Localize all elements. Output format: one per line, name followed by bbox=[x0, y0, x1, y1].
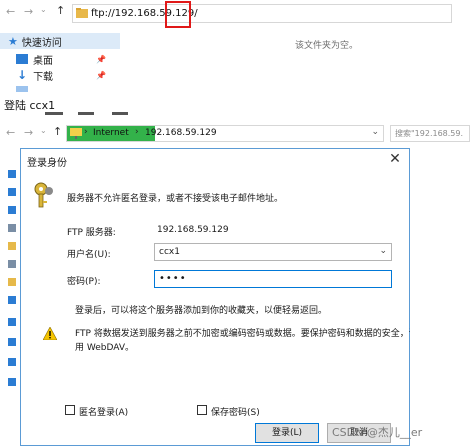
onedrive-icon bbox=[8, 296, 16, 304]
desktop-icon bbox=[16, 54, 28, 64]
dialog-title-bar[interactable]: 登录身份 ✕ bbox=[21, 149, 409, 171]
download-icon bbox=[8, 206, 16, 214]
warning-icon bbox=[43, 327, 57, 340]
username-label: 用户名(U): bbox=[67, 250, 111, 260]
documents-icon bbox=[8, 224, 16, 232]
recent-dropdown-icon[interactable]: ⌄ bbox=[40, 5, 47, 14]
quick-access-item[interactable]: ★ 快速访问 bbox=[0, 33, 120, 49]
network-folder-icon bbox=[76, 8, 88, 18]
pc-icon bbox=[8, 318, 16, 326]
objects-icon bbox=[8, 338, 16, 346]
star-icon bbox=[8, 170, 16, 178]
password-label: 密码(P): bbox=[67, 277, 101, 287]
highlight-annotation-box bbox=[165, 1, 191, 28]
keys-icon bbox=[34, 182, 53, 208]
ftp-server-value: 192.168.59.129 bbox=[157, 225, 229, 235]
breadcrumb-server[interactable]: 192.168.59.129 bbox=[145, 128, 217, 138]
username-combobox[interactable]: ccx1 ⌄ bbox=[154, 243, 392, 261]
network-icon bbox=[8, 378, 16, 386]
download-arrow-icon: ↓ bbox=[17, 68, 28, 82]
back-arrow-icon[interactable]: ← bbox=[6, 126, 15, 139]
network-icon bbox=[70, 128, 82, 139]
folder-partial-icon bbox=[16, 86, 28, 92]
pin-icon[interactable]: 📌 bbox=[96, 55, 106, 64]
close-icon[interactable]: ✕ bbox=[387, 151, 403, 167]
forward-arrow-icon[interactable]: → bbox=[24, 126, 33, 139]
folder-icon bbox=[8, 278, 16, 286]
empty-folder-message: 该文件夹为空。 bbox=[295, 41, 359, 51]
favorites-info-text: 登录后，可以将这个服务器添加到你的收藏夹，以便轻易返回。 bbox=[75, 306, 328, 316]
quick-access-label: 快速访问 bbox=[21, 37, 62, 49]
anonymous-login-checkbox[interactable] bbox=[65, 405, 75, 415]
sidebar-item-label: 下载 bbox=[33, 71, 54, 83]
ftp-server-label: FTP 服务器: bbox=[67, 228, 116, 238]
password-field[interactable]: •••• bbox=[154, 270, 392, 288]
back-arrow-icon[interactable]: ← bbox=[6, 5, 15, 18]
recent-dropdown-icon[interactable]: ⌄ bbox=[40, 126, 47, 135]
login-button[interactable]: 登录(L) bbox=[255, 423, 319, 443]
pictures-icon bbox=[8, 260, 16, 268]
dialog-title: 登录身份 bbox=[27, 158, 67, 169]
sidebar-item-desktop[interactable]: 桌面 📌 bbox=[0, 51, 120, 67]
desktop-icon bbox=[8, 188, 16, 196]
warning-text-line1: FTP 将数据发送到服务器之前不加密或编码密码或数据。要保护密码和数据的安全，请… bbox=[75, 329, 427, 339]
star-icon: ★ bbox=[8, 34, 18, 48]
warning-text-line2: 用 WebDAV。 bbox=[75, 343, 134, 353]
address-bar[interactable]: › Internet › 192.168.59.129 ⌄ bbox=[66, 125, 384, 142]
breadcrumb-separator-icon: › bbox=[84, 127, 88, 137]
save-password-label[interactable]: 保存密码(S) bbox=[211, 405, 260, 418]
navigation-pane-cropped bbox=[0, 148, 20, 446]
video-icon bbox=[8, 358, 16, 366]
save-password-checkbox[interactable] bbox=[197, 405, 207, 415]
sidebar-item-downloads[interactable]: ↓ 下载 📌 bbox=[0, 67, 120, 83]
address-bar[interactable]: ftp://192.168.59.129/ bbox=[72, 4, 452, 23]
anonymous-login-label[interactable]: 匿名登录(A) bbox=[79, 405, 128, 418]
breadcrumb-separator-icon: › bbox=[135, 127, 139, 137]
address-dropdown-icon[interactable]: ⌄ bbox=[371, 127, 379, 137]
sidebar-item-label: 桌面 bbox=[33, 55, 53, 67]
watermark: CSDN @杰儿__er bbox=[332, 426, 423, 439]
password-masked-value: •••• bbox=[159, 273, 187, 284]
folder-icon bbox=[8, 242, 16, 250]
pin-icon[interactable]: 📌 bbox=[96, 71, 106, 80]
up-arrow-icon[interactable]: ↑ bbox=[53, 125, 62, 138]
forward-arrow-icon[interactable]: → bbox=[24, 5, 33, 18]
anonymous-rejected-message: 服务器不允许匿名登录，或者不接受该电子邮件地址。 bbox=[67, 194, 284, 204]
caption-text: 登陆 ccx1 bbox=[4, 99, 56, 112]
ribbon-tabs-cropped bbox=[0, 112, 470, 118]
login-dialog: 登录身份 ✕ 服务器不允许匿名登录，或者不接受该电子邮件地址。 FTP 服务器:… bbox=[20, 148, 427, 446]
username-value: ccx1 bbox=[159, 247, 180, 257]
breadcrumb-internet[interactable]: Internet bbox=[93, 128, 129, 138]
chevron-down-icon[interactable]: ⌄ bbox=[379, 246, 387, 256]
right-pane-cropped bbox=[410, 148, 470, 446]
up-arrow-icon[interactable]: ↑ bbox=[56, 4, 65, 17]
search-input[interactable]: 搜索"192.168.59. bbox=[390, 125, 470, 142]
top-explorer-window: ← → ⌄ ↑ ftp://192.168.59.129/ ★ 快速访问 桌面 … bbox=[0, 0, 470, 92]
